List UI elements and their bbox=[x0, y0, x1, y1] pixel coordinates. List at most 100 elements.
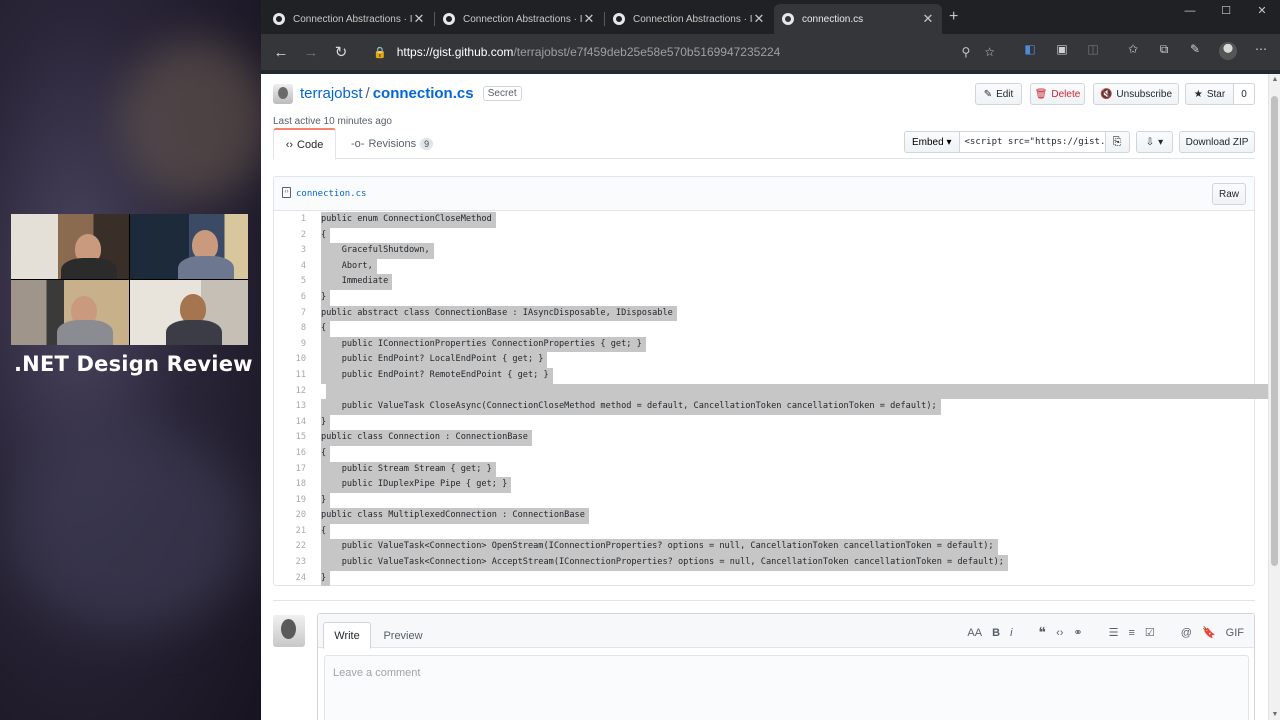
line-number[interactable]: 10 bbox=[274, 352, 306, 368]
link-icon[interactable]: ⚭ bbox=[1073, 626, 1082, 639]
maximize-icon[interactable]: ☐ bbox=[1208, 0, 1244, 24]
browser-tab[interactable]: Connection Abstractions · Issue ✕ bbox=[435, 4, 603, 34]
clipboard-icon[interactable]: ⎘ bbox=[1105, 131, 1130, 153]
zoom-icon[interactable]: ⚲ bbox=[961, 45, 970, 59]
participant-body bbox=[57, 320, 113, 345]
embed-dropdown[interactable]: Embed ▾ bbox=[904, 131, 960, 153]
menu-icon[interactable]: ⋯ bbox=[1254, 42, 1268, 56]
line-number[interactable]: 4 bbox=[274, 259, 306, 275]
numbered-list-icon[interactable]: ≡ bbox=[1128, 627, 1134, 639]
code-icon[interactable]: ‹› bbox=[1056, 627, 1063, 639]
mention-icon[interactable]: @ bbox=[1181, 627, 1192, 639]
bold-icon[interactable]: B bbox=[992, 627, 1000, 639]
gif-icon[interactable]: GIF bbox=[1226, 627, 1244, 639]
line-number[interactable]: 19 bbox=[274, 493, 306, 509]
line-number[interactable]: 8 bbox=[274, 321, 306, 337]
line-number[interactable]: 7 bbox=[274, 306, 306, 322]
code-text: } bbox=[321, 492, 331, 509]
close-window-icon[interactable]: ✕ bbox=[1244, 0, 1280, 24]
italic-icon[interactable]: i bbox=[1010, 627, 1012, 639]
code-text: public ValueTask CloseAsync(ConnectionCl… bbox=[321, 399, 941, 415]
back-icon[interactable]: ← bbox=[266, 44, 296, 61]
gist-filename-link[interactable]: connection.cs bbox=[373, 85, 474, 102]
close-icon[interactable]: ✕ bbox=[413, 11, 425, 27]
tab-revisions[interactable]: -o- Revisions 9 bbox=[351, 128, 434, 159]
close-icon[interactable]: ✕ bbox=[583, 11, 595, 27]
tab-code[interactable]: ‹› Code bbox=[273, 128, 336, 160]
forward-icon[interactable]: → bbox=[296, 44, 326, 61]
code-line: 2{ bbox=[274, 227, 1254, 244]
line-number[interactable]: 6 bbox=[274, 290, 306, 306]
collections-icon[interactable]: ⧉ bbox=[1157, 42, 1171, 56]
participant-video bbox=[130, 280, 248, 345]
download-zip-button[interactable]: Download ZIP bbox=[1179, 131, 1255, 153]
line-number[interactable]: 16 bbox=[274, 446, 306, 462]
code-text: public IConnectionProperties ConnectionP… bbox=[321, 336, 646, 353]
bullet-list-icon[interactable]: ☰ bbox=[1109, 626, 1119, 639]
favorites-icon[interactable]: ✩ bbox=[1126, 42, 1140, 56]
browser-tab[interactable]: Connection Abstractions · Issue ✕ bbox=[265, 4, 433, 34]
line-number[interactable]: 15 bbox=[274, 430, 306, 446]
quote-icon[interactable]: ❝ bbox=[1039, 624, 1047, 641]
extension-icon[interactable]: ◫ bbox=[1086, 42, 1100, 56]
line-number[interactable]: 23 bbox=[274, 555, 306, 571]
line-number[interactable]: 11 bbox=[274, 368, 306, 384]
feedback-icon[interactable]: ✎ bbox=[1188, 42, 1202, 56]
extension-icon[interactable]: ▣ bbox=[1055, 42, 1069, 56]
refresh-icon[interactable]: ↻ bbox=[326, 43, 356, 61]
tab-title: connection.cs bbox=[802, 13, 864, 25]
minimize-icon[interactable]: — bbox=[1172, 0, 1208, 24]
tab-write[interactable]: Write bbox=[323, 622, 371, 649]
extension-icon[interactable]: ◧ bbox=[1023, 42, 1037, 56]
tab-preview[interactable]: Preview bbox=[378, 622, 428, 649]
github-icon bbox=[613, 13, 625, 25]
code-text: public class Connection : ConnectionBase bbox=[321, 430, 532, 446]
download-options-button[interactable]: ⇩ ▾ bbox=[1136, 131, 1173, 153]
code-line: 19} bbox=[274, 492, 1254, 509]
embed-code-input[interactable]: <script src="https://gist. bbox=[959, 131, 1106, 153]
line-number[interactable]: 22 bbox=[274, 539, 306, 555]
raw-button[interactable]: Raw bbox=[1212, 183, 1246, 205]
line-number[interactable]: 9 bbox=[274, 337, 306, 353]
page-scrollbar[interactable]: ▲ ▼ bbox=[1268, 74, 1280, 720]
close-icon[interactable]: ✕ bbox=[753, 11, 765, 27]
line-number[interactable]: 13 bbox=[274, 399, 306, 415]
code-line: 7 public abstract class ConnectionBase : … bbox=[274, 305, 1254, 322]
text-size-icon[interactable]: AA bbox=[967, 627, 982, 639]
star-button[interactable]: ★ Star bbox=[1185, 83, 1234, 105]
unsubscribe-button[interactable]: 🔇 Unsubscribe bbox=[1093, 83, 1179, 105]
owner-avatar[interactable] bbox=[273, 84, 293, 104]
line-number[interactable]: 1 bbox=[274, 212, 306, 228]
browser-tab-active[interactable]: connection.cs ✕ bbox=[774, 4, 942, 34]
favorite-star-icon[interactable]: ☆ bbox=[984, 45, 995, 59]
gist-title: terrajobst / connection.cs Secret bbox=[300, 85, 522, 102]
delete-button[interactable]: 🗑 Delete bbox=[1030, 83, 1085, 105]
file-name-link[interactable]: connection.cs bbox=[296, 189, 366, 199]
browser-window: Connection Abstractions · Issue ✕ Connec… bbox=[261, 0, 1280, 720]
scroll-up-icon[interactable]: ▲ bbox=[1271, 76, 1279, 83]
edit-button[interactable]: ✎ Edit bbox=[975, 83, 1022, 105]
line-number[interactable]: 17 bbox=[274, 462, 306, 478]
comment-textarea[interactable]: Leave a comment bbox=[324, 655, 1249, 720]
line-number[interactable]: 20 bbox=[274, 508, 306, 524]
line-number[interactable]: 18 bbox=[274, 477, 306, 493]
line-number[interactable]: 3 bbox=[274, 243, 306, 259]
line-number[interactable]: 5 bbox=[274, 274, 306, 290]
close-icon[interactable]: ✕ bbox=[922, 11, 934, 27]
line-number[interactable]: 2 bbox=[274, 228, 306, 244]
profile-avatar[interactable] bbox=[1219, 42, 1237, 60]
line-number[interactable]: 12 bbox=[274, 384, 306, 400]
github-icon bbox=[443, 13, 455, 25]
line-number[interactable]: 24 bbox=[274, 571, 306, 587]
line-number[interactable]: 21 bbox=[274, 524, 306, 540]
scrollbar-thumb[interactable] bbox=[1271, 96, 1278, 566]
scroll-down-icon[interactable]: ▼ bbox=[1271, 711, 1279, 718]
address-bar[interactable]: 🔒 https://gist.github.com/terrajobst/e7f… bbox=[365, 37, 995, 67]
new-tab-icon[interactable]: + bbox=[949, 8, 958, 26]
gist-owner-link[interactable]: terrajobst bbox=[300, 85, 363, 102]
pencil-icon: ✎ bbox=[983, 88, 993, 100]
bookmark-icon[interactable]: 🔖 bbox=[1202, 626, 1216, 639]
task-list-icon[interactable]: ☑ bbox=[1145, 626, 1155, 639]
browser-tab[interactable]: Connection Abstractions · Issue ✕ bbox=[605, 4, 773, 34]
line-number[interactable]: 14 bbox=[274, 415, 306, 431]
